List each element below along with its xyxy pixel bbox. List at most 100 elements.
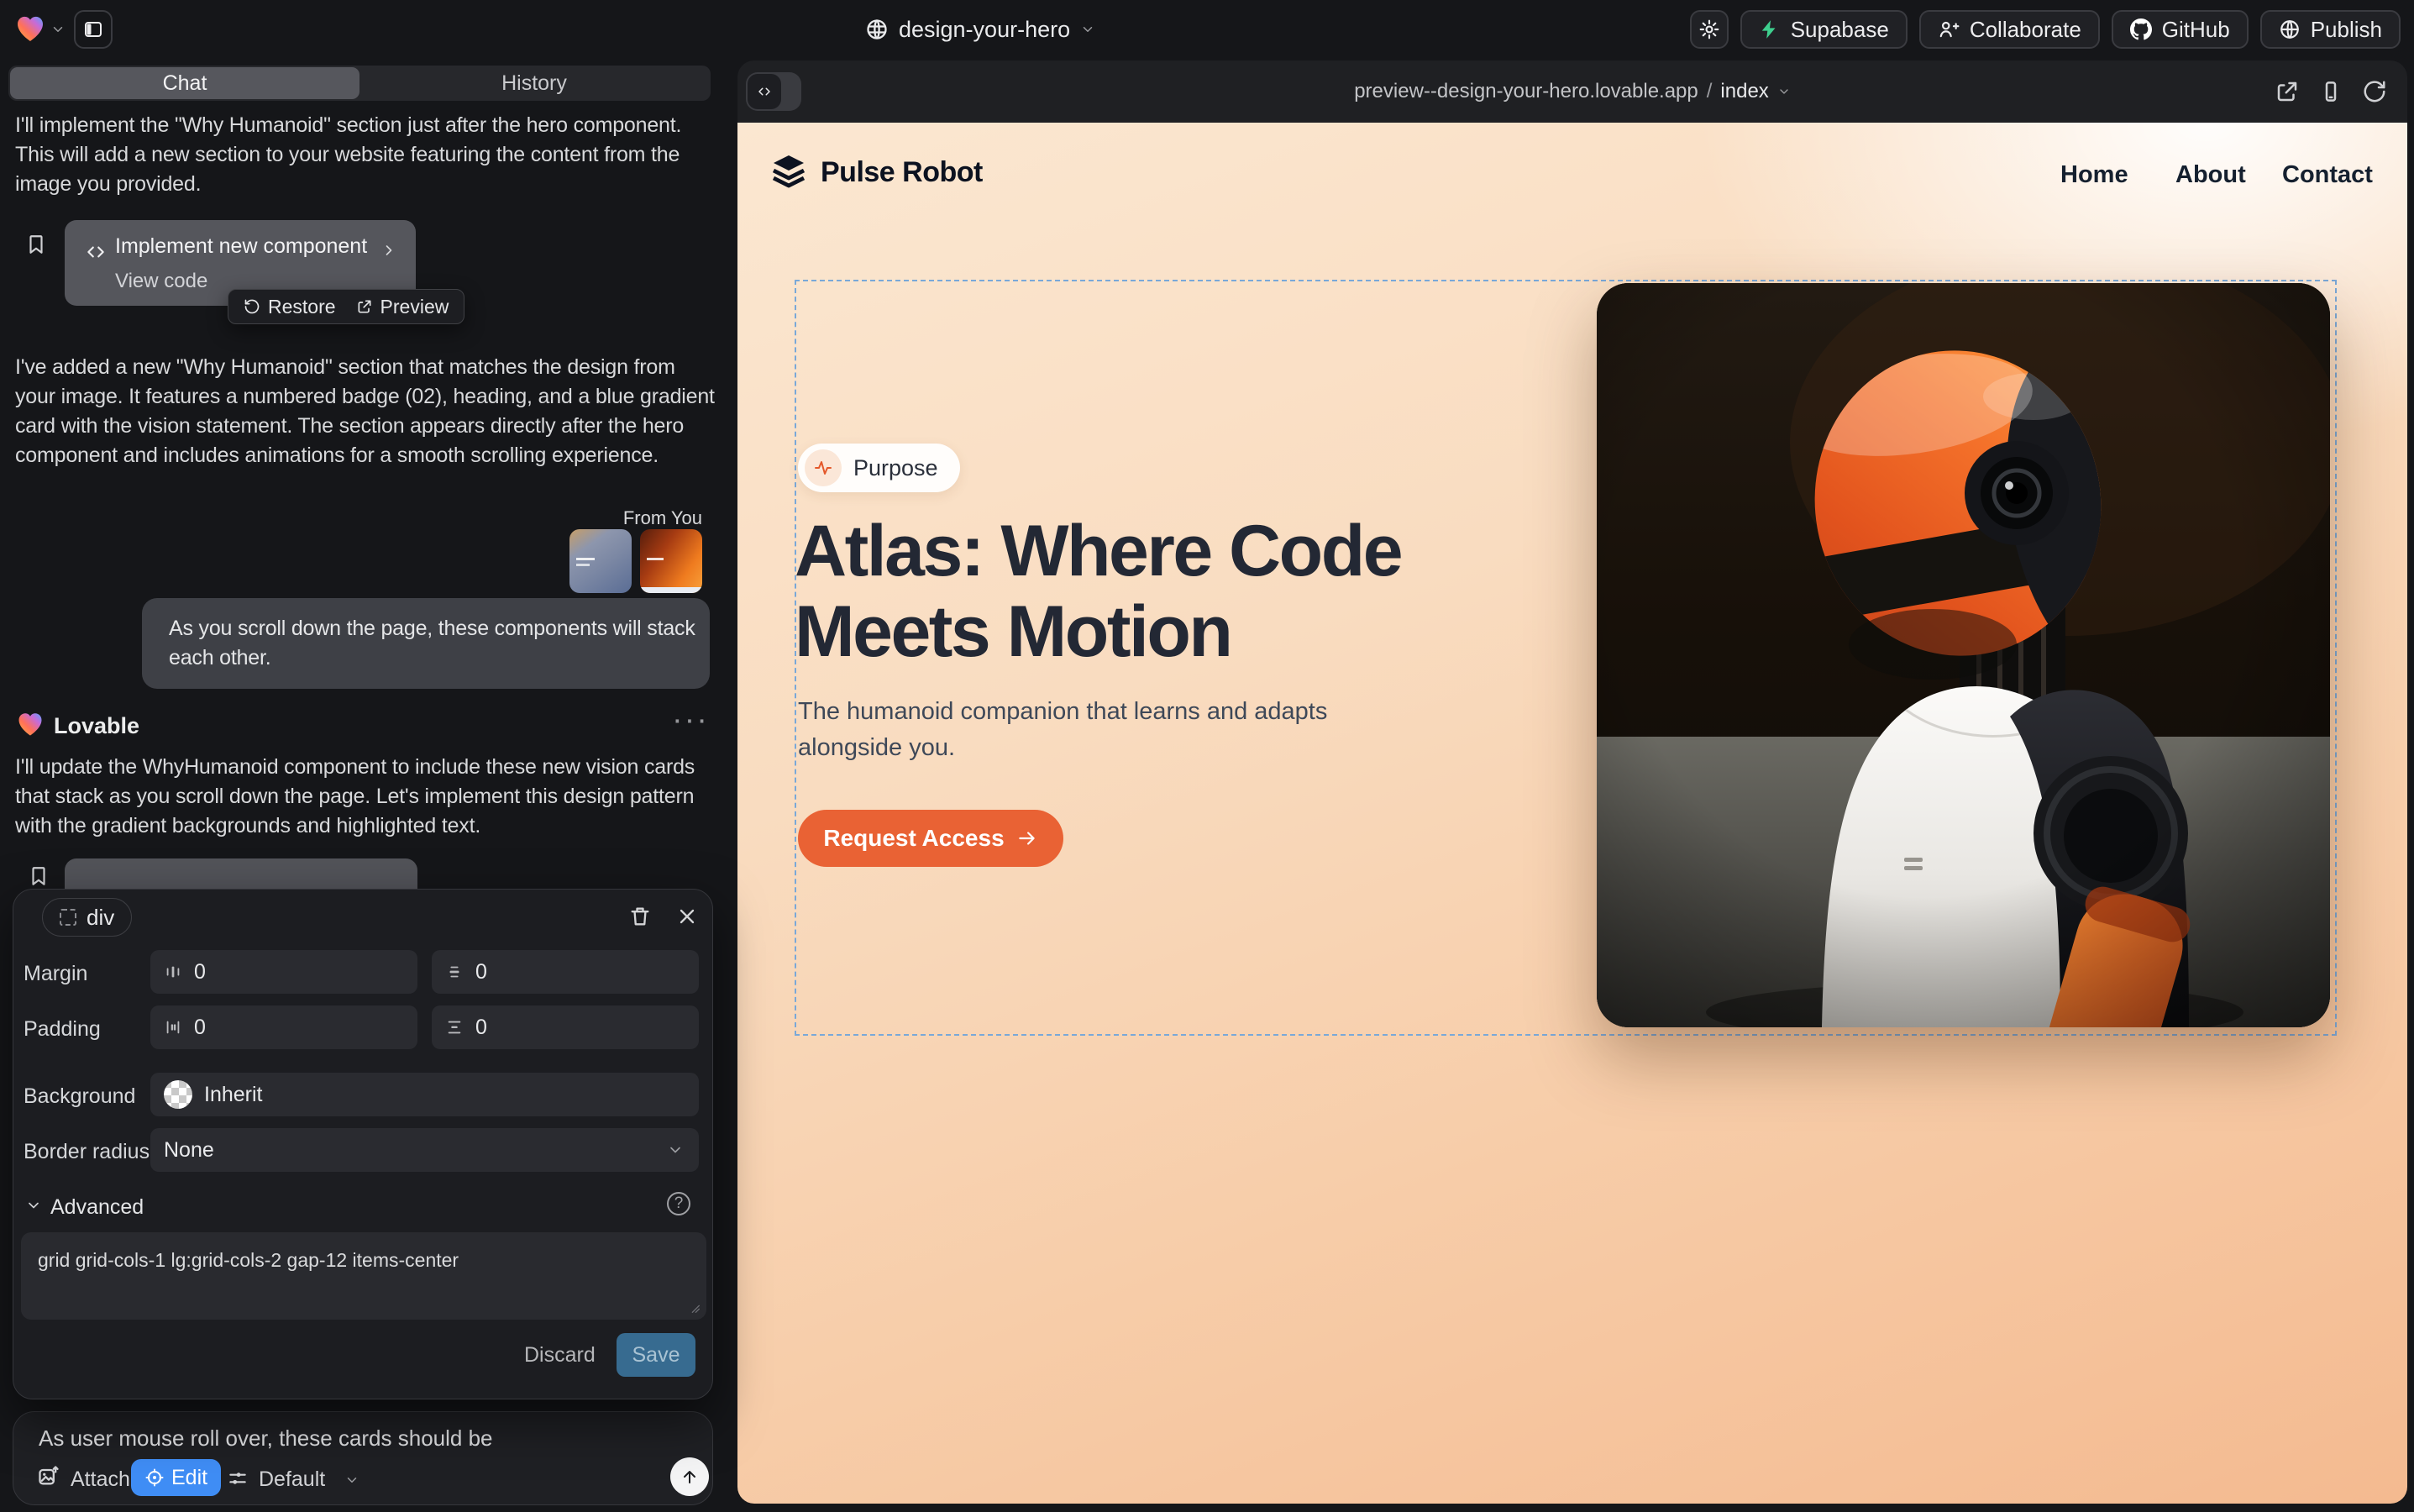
advanced-classes-textarea[interactable]: grid grid-cols-1 lg:grid-cols-2 gap-12 i… bbox=[21, 1232, 706, 1320]
resize-grip-icon bbox=[688, 1301, 701, 1315]
component-card-title: Implement new component bbox=[115, 234, 367, 259]
hero-heading: Atlas: Where Code Meets Motion bbox=[795, 511, 1401, 672]
mobile-view-icon[interactable] bbox=[2318, 79, 2343, 104]
publish-button[interactable]: Publish bbox=[2260, 10, 2401, 49]
margin-label: Margin bbox=[24, 962, 87, 986]
globe-icon bbox=[865, 18, 889, 41]
sliders-icon[interactable] bbox=[227, 1467, 249, 1489]
chat-composer[interactable]: As user mouse roll over, these cards sho… bbox=[13, 1411, 713, 1505]
code-view-toggle[interactable] bbox=[746, 72, 801, 111]
robot-hero-image bbox=[1597, 283, 2330, 1027]
padding-y-input[interactable]: 0 bbox=[432, 1005, 699, 1049]
site-brand[interactable]: Pulse Robot bbox=[821, 156, 983, 189]
tab-chat[interactable]: Chat bbox=[10, 67, 359, 99]
top-bar: design-your-hero Supabase Collaborate Gi… bbox=[0, 0, 2414, 59]
advanced-collapse-chevron[interactable] bbox=[25, 1197, 42, 1214]
attach-icon[interactable] bbox=[37, 1464, 60, 1488]
from-you-label: From You bbox=[0, 507, 702, 529]
request-access-button[interactable]: Request Access bbox=[798, 810, 1063, 867]
attach-button[interactable]: Attach bbox=[71, 1467, 130, 1492]
preview-pane: preview--design-your-hero.lovable.app / … bbox=[737, 60, 2407, 1504]
padding-x-icon bbox=[164, 1018, 182, 1037]
preview-label: Preview bbox=[380, 296, 449, 318]
chevron-down-icon bbox=[1080, 22, 1095, 37]
supabase-label: Supabase bbox=[1791, 17, 1889, 43]
assistant-message-1: I'll implement the "Why Humanoid" sectio… bbox=[15, 111, 681, 199]
selected-element-chip[interactable]: div bbox=[42, 898, 132, 937]
supabase-button[interactable]: Supabase bbox=[1740, 10, 1908, 49]
nav-contact[interactable]: Contact bbox=[2282, 161, 2373, 189]
code-icon bbox=[85, 241, 107, 263]
settings-button[interactable] bbox=[1690, 10, 1729, 49]
lovable-name: Lovable bbox=[54, 713, 139, 739]
chevron-right-icon bbox=[380, 242, 397, 259]
nav-home[interactable]: Home bbox=[2060, 161, 2128, 189]
send-button[interactable] bbox=[670, 1457, 709, 1496]
lovable-avatar-icon bbox=[15, 709, 45, 739]
discard-button[interactable]: Discard bbox=[524, 1343, 596, 1368]
chat-history-tabs: Chat History bbox=[8, 66, 711, 101]
save-button[interactable]: Save bbox=[617, 1333, 695, 1377]
delete-element-trash-icon[interactable] bbox=[628, 905, 652, 928]
help-icon[interactable]: ? bbox=[667, 1192, 690, 1215]
attachment-thumbnail-2[interactable] bbox=[640, 529, 702, 593]
margin-x-icon bbox=[164, 963, 182, 981]
supabase-icon bbox=[1759, 18, 1781, 40]
padding-x-input[interactable]: 0 bbox=[150, 1005, 417, 1049]
open-in-new-tab-icon[interactable] bbox=[2275, 79, 2300, 104]
github-button[interactable]: GitHub bbox=[2112, 10, 2249, 49]
code-icon bbox=[748, 74, 781, 109]
purpose-badge: Purpose bbox=[798, 444, 960, 492]
project-switcher[interactable]: design-your-hero bbox=[865, 0, 1095, 59]
preview-url-bar[interactable]: preview--design-your-hero.lovable.app / … bbox=[737, 80, 2407, 103]
assistant-message-2: I've added a new "Why Humanoid" section … bbox=[15, 353, 715, 470]
edit-label: Edit bbox=[171, 1466, 207, 1490]
restore-label: Restore bbox=[268, 296, 336, 318]
model-default-button[interactable]: Default bbox=[259, 1467, 325, 1492]
assistant-message-3: I'll update the WhyHumanoid component to… bbox=[15, 753, 695, 841]
margin-y-input[interactable]: 0 bbox=[432, 950, 699, 994]
chevron-down-icon bbox=[1777, 85, 1791, 98]
composer-input[interactable]: As user mouse roll over, these cards sho… bbox=[39, 1425, 493, 1452]
attachment-thumbnail-1[interactable] bbox=[569, 529, 632, 593]
restore-button[interactable]: Restore bbox=[244, 296, 336, 318]
lovable-logo-icon[interactable] bbox=[13, 12, 47, 45]
collaborate-button[interactable]: Collaborate bbox=[1919, 10, 2100, 49]
bookmark-icon[interactable] bbox=[25, 234, 47, 255]
github-label: GitHub bbox=[2162, 17, 2230, 43]
message-menu-dots[interactable]: ··· bbox=[672, 702, 709, 738]
bookmark-icon-2[interactable] bbox=[28, 865, 50, 887]
chevron-down-icon bbox=[667, 1142, 684, 1158]
logo-chevron-down-icon[interactable] bbox=[50, 22, 66, 37]
site-logo-icon[interactable] bbox=[769, 151, 809, 192]
margin-x-input[interactable]: 0 bbox=[150, 950, 417, 994]
element-inspector-panel: div Margin 0 0 Padding 0 0 Background In… bbox=[13, 889, 713, 1399]
edit-mode-button[interactable]: Edit bbox=[131, 1459, 221, 1496]
dashed-box-icon bbox=[60, 909, 76, 926]
transparent-swatch-icon bbox=[164, 1080, 192, 1109]
arrow-right-icon bbox=[1016, 827, 1038, 849]
close-panel-icon[interactable] bbox=[675, 905, 699, 928]
nav-about[interactable]: About bbox=[2175, 161, 2246, 189]
preview-url: preview--design-your-hero.lovable.app bbox=[1354, 80, 1698, 103]
user-message-bubble: As you scroll down the page, these compo… bbox=[142, 598, 710, 689]
github-icon bbox=[2130, 18, 2152, 40]
preview-header: preview--design-your-hero.lovable.app / … bbox=[737, 60, 2407, 123]
refresh-icon[interactable] bbox=[2362, 79, 2387, 104]
background-input[interactable]: Inherit bbox=[150, 1073, 699, 1116]
message-hover-toolbar: Restore Preview bbox=[228, 289, 464, 324]
gear-icon bbox=[1698, 18, 1720, 40]
site-canvas: Pulse Robot Home About Contact Purpose A… bbox=[737, 123, 2407, 1504]
chevron-down-icon[interactable] bbox=[344, 1473, 359, 1488]
view-code-link[interactable]: View code bbox=[115, 270, 207, 293]
pulse-icon bbox=[805, 449, 842, 486]
purpose-badge-label: Purpose bbox=[853, 455, 938, 481]
border-radius-select[interactable]: None bbox=[150, 1128, 699, 1172]
sidebar-toggle-button[interactable] bbox=[74, 10, 113, 49]
user-plus-icon bbox=[1938, 18, 1960, 40]
preview-button[interactable]: Preview bbox=[356, 296, 449, 318]
advanced-label[interactable]: Advanced bbox=[50, 1195, 144, 1220]
selected-element-tag: div bbox=[87, 905, 114, 931]
publish-globe-icon bbox=[2279, 18, 2301, 40]
tab-history[interactable]: History bbox=[359, 67, 709, 99]
